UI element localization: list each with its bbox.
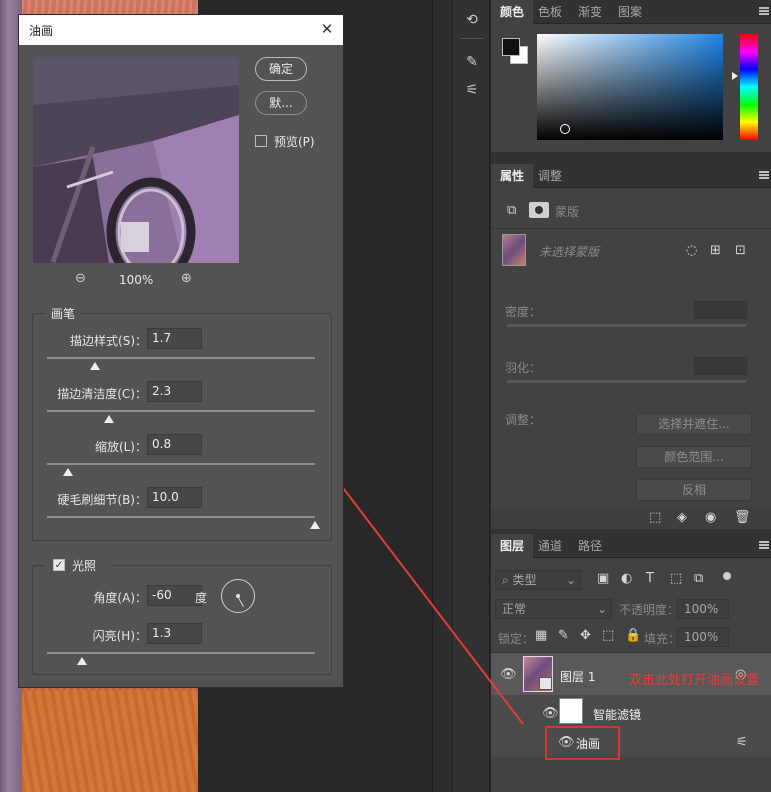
angle-dial[interactable] [221,579,255,613]
annotation-highlight-box [545,726,620,760]
zoom-in-icon[interactable]: ⊕ [181,271,192,286]
angle-unit: 度 [195,591,208,605]
cleanliness-slider[interactable] [47,410,315,412]
preview-image [33,57,239,263]
angle-input[interactable]: -60 [147,585,202,606]
oil-paint-dialog: 油画 ✕ ⊖ 100% ⊕ 确定 默... 预览(P) 画笔 描边样式(S)： … [18,14,344,688]
annotation-text: 双击此处打开油画设置 [629,673,760,688]
scale-slider-thumb[interactable] [63,468,74,476]
shine-input[interactable]: 1.3 [147,623,202,644]
preview-checkbox[interactable] [255,135,267,147]
bristle-detail-slider-thumb[interactable] [310,521,320,529]
stylization-input[interactable]: 1.7 [147,328,202,349]
bristle-detail-slider[interactable] [47,516,315,518]
scale-label: 缩放(L)： [94,440,147,454]
zoom-out-icon[interactable]: ⊖ [75,271,86,286]
lighting-checkbox[interactable]: ✓ [53,559,65,571]
dialog-titlebar[interactable]: 油画 ✕ [19,15,343,45]
shine-slider[interactable] [47,652,315,654]
stylization-slider[interactable] [47,357,315,359]
angle-label: 角度(A)： [93,591,147,605]
cleanliness-label: 描边清洁度(C)： [57,387,147,401]
bristle-detail-input[interactable]: 10.0 [147,487,202,508]
default-button[interactable]: 默... [255,91,307,115]
stylization-label: 描边样式(S)： [70,334,147,348]
zoom-level: 100% [119,273,154,287]
bristle-detail-label: 硬毛刷细节(B)： [57,493,147,507]
lighting-group-title[interactable]: 光照 [72,557,96,574]
brush-group-title: 画笔 [46,305,81,322]
cleanliness-input[interactable]: 2.3 [147,381,202,402]
cleanliness-slider-thumb[interactable] [103,415,114,423]
shine-label: 闪亮(H)： [92,629,147,643]
ok-button[interactable]: 确定 [255,57,307,81]
close-icon[interactable]: ✕ [319,20,335,38]
dialog-title: 油画 [29,24,54,38]
filter-preview[interactable] [33,57,239,263]
stylization-slider-thumb[interactable] [90,362,101,370]
shine-slider-thumb[interactable] [76,657,87,665]
scale-input[interactable]: 0.8 [147,434,202,455]
preview-label[interactable]: 预览(P) [274,133,315,150]
scale-slider[interactable] [47,463,315,465]
